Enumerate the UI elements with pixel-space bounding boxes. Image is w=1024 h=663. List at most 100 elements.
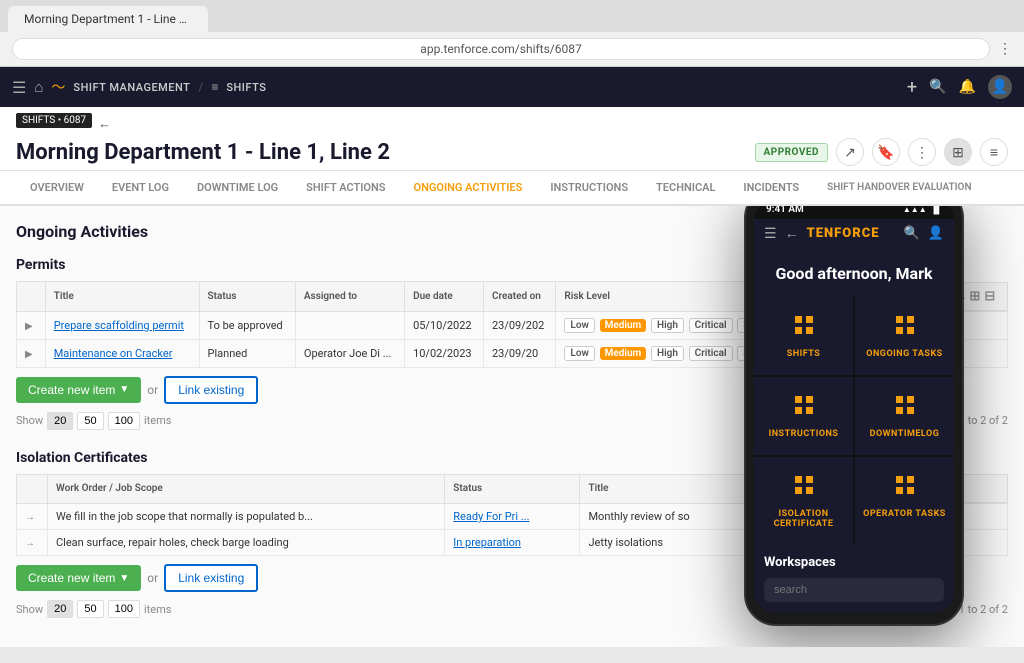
more-options-button[interactable]: ⋮ bbox=[908, 138, 936, 166]
phone-grid-downtimelog[interactable]: DOWNTIMELOG bbox=[855, 377, 954, 455]
badge-low-1: Low bbox=[564, 318, 594, 333]
browser-tab[interactable]: Morning Department 1 - Line 1, Line 2 bbox=[8, 6, 208, 32]
iso-status-2[interactable]: In preparation bbox=[453, 536, 521, 549]
signal-icon: ▲▲▲ bbox=[903, 206, 927, 214]
iso-expand-2[interactable]: → bbox=[25, 538, 35, 549]
show-label-permits: Show bbox=[16, 414, 43, 427]
browser-tab-bar: Morning Department 1 - Line 1, Line 2 bbox=[0, 0, 1024, 32]
phone-status-bar: 9:41 AM ▲▲▲ ▐▌ bbox=[754, 206, 954, 219]
page-title-actions: APPROVED ↗ 🔖 ⋮ ⊞ ≡ bbox=[755, 138, 1008, 166]
col-status: Status bbox=[199, 282, 295, 312]
iso-col-scope: Work Order / Job Scope bbox=[48, 474, 445, 504]
create-permit-button[interactable]: Create new item ▼ bbox=[16, 377, 141, 403]
col-due-date: Due date bbox=[405, 282, 484, 312]
list-view-button[interactable]: ≡ bbox=[980, 138, 1008, 166]
grid-view-button[interactable]: ⊞ bbox=[944, 138, 972, 166]
iso-status-1[interactable]: Ready For Pri ... bbox=[453, 510, 529, 523]
tab-overview[interactable]: OVERVIEW bbox=[16, 171, 98, 206]
show-50-isolation[interactable]: 50 bbox=[77, 600, 103, 618]
battery-icon: ▐▌ bbox=[931, 206, 942, 214]
phone-greeting: Good afternoon, Mark bbox=[754, 248, 954, 297]
breadcrumb-separator-1: / bbox=[198, 80, 203, 94]
search-icon[interactable]: 🔍 bbox=[929, 79, 946, 95]
link-existing-isolation-button[interactable]: Link existing bbox=[164, 564, 258, 592]
due-date-1: 05/10/2022 bbox=[413, 319, 472, 332]
phone-logo: TENFORCE bbox=[807, 226, 880, 241]
phone-nav-right-icons: 🔍 👤 bbox=[904, 226, 944, 241]
phone-grid-operator-tasks[interactable]: OPERATOR TASKS bbox=[855, 457, 954, 545]
assigned-text-2: Operator Joe Di ... bbox=[304, 347, 392, 360]
badge-medium-1: Medium bbox=[600, 319, 647, 332]
bookmark-button[interactable]: 🔖 bbox=[872, 138, 900, 166]
tab-shift-actions[interactable]: SHIFT ACTIONS bbox=[292, 171, 399, 206]
show-100-permits[interactable]: 100 bbox=[108, 412, 140, 430]
phone-grid-instructions[interactable]: INSTRUCTIONS bbox=[754, 377, 853, 455]
badge-critical-2: Critical bbox=[689, 346, 733, 361]
top-nav-left: ☰ ⌂ 〜 SHIFT MANAGEMENT / ≡ SHIFTS bbox=[12, 77, 266, 97]
col-title: Title bbox=[45, 282, 199, 312]
tab-technical[interactable]: TECHNICAL bbox=[642, 171, 729, 206]
isolation-cert-label: ISOLATION CERTIFICATE bbox=[762, 509, 845, 529]
back-arrow-icon[interactable]: ← bbox=[98, 116, 111, 132]
permit-link-2[interactable]: Maintenance on Cracker bbox=[54, 347, 173, 360]
phone-grid-shifts[interactable]: SHIFTS bbox=[754, 297, 853, 375]
row-expand-icon[interactable]: ▶ bbox=[25, 321, 33, 332]
hamburger-icon[interactable]: ☰ bbox=[12, 78, 26, 97]
iso-title-2: Jetty isolations bbox=[588, 536, 663, 549]
share-button[interactable]: ↗ bbox=[836, 138, 864, 166]
create-iso-dropdown-icon[interactable]: ▼ bbox=[119, 573, 129, 584]
table-layout-icon-1[interactable]: ⊟ bbox=[984, 289, 995, 304]
row-expand-icon-2[interactable]: ▶ bbox=[25, 349, 33, 360]
page-title-text: Morning Department 1 - Line 1, Line 2 bbox=[16, 140, 390, 165]
show-100-isolation[interactable]: 100 bbox=[108, 600, 140, 618]
home-icon[interactable]: ⌂ bbox=[34, 78, 43, 96]
create-permit-label: Create new item bbox=[28, 383, 115, 397]
show-20-isolation[interactable]: 20 bbox=[47, 600, 73, 618]
ongoing-tasks-icon bbox=[893, 313, 917, 343]
shifts-icon bbox=[792, 313, 816, 343]
phone-grid-ongoing-tasks[interactable]: ONGOING TASKS bbox=[855, 297, 954, 375]
notification-icon[interactable]: 🔔 bbox=[959, 79, 976, 95]
link-existing-permits-button[interactable]: Link existing bbox=[164, 376, 258, 404]
instructions-label: INSTRUCTIONS bbox=[769, 429, 839, 439]
due-date-2: 10/02/2023 bbox=[413, 347, 472, 360]
create-isolation-label: Create new item bbox=[28, 571, 115, 585]
approved-badge: APPROVED bbox=[755, 143, 828, 162]
phone-status-icons: ▲▲▲ ▐▌ bbox=[903, 206, 942, 214]
iso-expand-1[interactable]: → bbox=[25, 512, 35, 523]
create-isolation-button[interactable]: Create new item ▼ bbox=[16, 565, 141, 591]
create-dropdown-icon[interactable]: ▼ bbox=[119, 384, 129, 395]
col-assigned: Assigned to bbox=[295, 282, 404, 312]
permit-link-1[interactable]: Prepare scaffolding permit bbox=[54, 319, 184, 332]
browser-controls: ⋮ bbox=[998, 41, 1012, 57]
tab-downtime-log[interactable]: DOWNTIME LOG bbox=[183, 171, 292, 206]
tab-instructions[interactable]: INSTRUCTIONS bbox=[536, 171, 642, 206]
phone-menu-icon[interactable]: ☰ bbox=[764, 226, 777, 242]
ongoing-tasks-label: ONGOING TASKS bbox=[866, 349, 942, 359]
col-expand bbox=[17, 282, 46, 312]
workspaces-title: Workspaces bbox=[764, 555, 944, 570]
badge-high-2: High bbox=[651, 346, 684, 361]
browser-more-icon[interactable]: ⋮ bbox=[998, 41, 1012, 57]
status-text-2: Planned bbox=[208, 347, 248, 360]
phone-profile-icon[interactable]: 👤 bbox=[928, 226, 944, 241]
items-label-isolation: items bbox=[144, 603, 171, 616]
phone-grid-isolation[interactable]: ISOLATION CERTIFICATE bbox=[754, 457, 853, 545]
profile-icon[interactable]: 👤 bbox=[988, 75, 1012, 99]
add-icon[interactable]: + bbox=[907, 77, 917, 98]
tab-ongoing-activities[interactable]: ONGOING ACTIVITIES bbox=[400, 171, 537, 206]
tab-event-log[interactable]: EVENT LOG bbox=[98, 171, 183, 206]
phone-back-icon[interactable]: ← bbox=[785, 225, 799, 242]
phone-search-icon[interactable]: 🔍 bbox=[904, 226, 920, 241]
phone-search-input[interactable] bbox=[764, 578, 944, 602]
address-box[interactable]: app.tenforce.com/shifts/6087 bbox=[12, 38, 990, 60]
top-nav: ☰ ⌂ 〜 SHIFT MANAGEMENT / ≡ SHIFTS + 🔍 🔔 … bbox=[0, 67, 1024, 107]
tab-incidents[interactable]: INCIDENTS bbox=[729, 171, 813, 206]
show-50-permits[interactable]: 50 bbox=[77, 412, 103, 430]
tab-shift-handover[interactable]: SHIFT HANDOVER EVALUATION bbox=[813, 172, 985, 205]
show-20-permits[interactable]: 20 bbox=[47, 412, 73, 430]
brand-icon[interactable]: 〜 bbox=[51, 77, 65, 97]
badge-critical-1: Critical bbox=[689, 318, 733, 333]
phone-nav: ☰ ← TENFORCE 🔍 👤 bbox=[754, 219, 954, 248]
table-grid-icon-1[interactable]: ⊞ bbox=[969, 289, 980, 304]
